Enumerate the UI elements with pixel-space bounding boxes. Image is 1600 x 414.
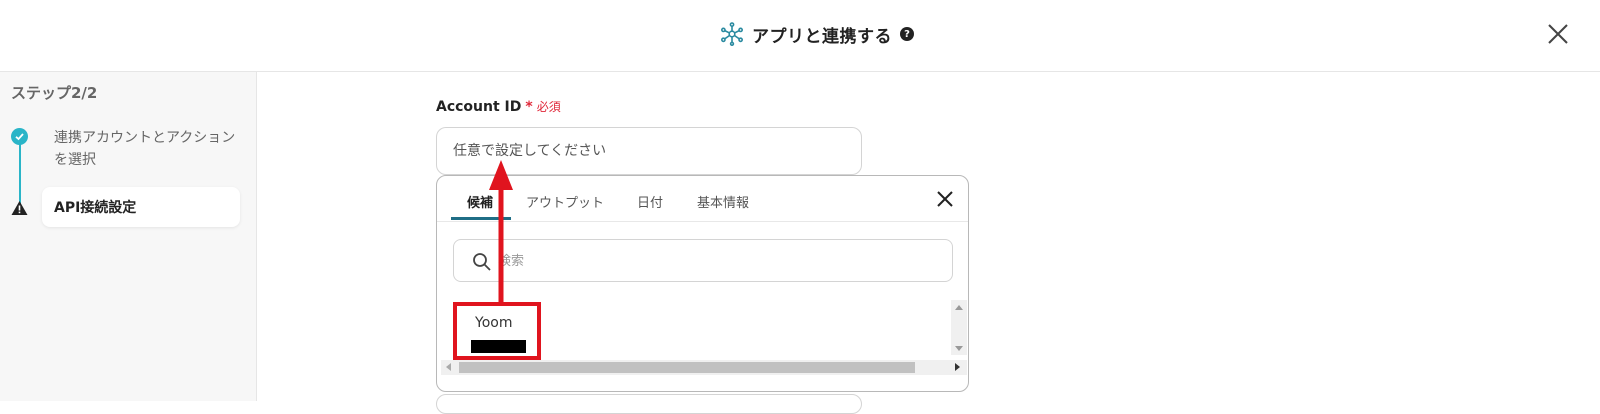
account-id-input[interactable] [436, 127, 862, 175]
search-icon [473, 253, 491, 271]
scroll-left-arrow-icon[interactable] [446, 363, 451, 371]
horizontal-scrollbar[interactable] [441, 360, 967, 375]
close-icon[interactable] [1544, 20, 1572, 48]
scroll-right-arrow-icon[interactable] [955, 363, 960, 371]
step-indicator: ステップ2/2 [11, 84, 98, 102]
list-item[interactable]: Yoom [457, 308, 617, 356]
vertical-scrollbar[interactable] [951, 300, 967, 355]
warning-triangle-icon [11, 201, 28, 215]
redacted-value [471, 340, 526, 353]
modal-title: アプリと連携する [752, 26, 892, 47]
sidebar-item-api-settings[interactable]: API接続設定 [42, 187, 240, 227]
tab-basic-info[interactable]: 基本情報 [697, 192, 749, 211]
required-badge: 必須 [536, 100, 561, 114]
next-input-field[interactable] [436, 394, 862, 414]
account-id-label: Account ID * 必須 [436, 98, 561, 115]
required-asterisk: * [525, 98, 533, 115]
help-icon[interactable]: ? [900, 27, 914, 41]
close-icon[interactable] [935, 189, 955, 209]
picker-tabs: 候補 アウトプット 日付 基本情報 [437, 176, 968, 222]
picker-search [453, 239, 953, 282]
scrollbar-thumb[interactable] [459, 362, 915, 373]
search-input[interactable] [498, 248, 938, 274]
result-name: Yoom [475, 315, 513, 331]
check-circle-icon [11, 128, 28, 145]
tab-candidates[interactable]: 候補 [467, 192, 493, 211]
field-label-text: Account ID [436, 98, 522, 115]
tab-date[interactable]: 日付 [637, 192, 663, 211]
sidebar-item-select-account[interactable]: 連携アカウントとアクションを選択 [54, 127, 244, 171]
scroll-down-arrow-icon[interactable] [955, 346, 963, 351]
sidebar-item-label: API接続設定 [54, 200, 137, 216]
header-title-group: アプリと連携する ? [720, 20, 914, 48]
results-list: Yoom [437, 294, 968, 391]
active-tab-indicator [451, 217, 511, 220]
step-sidebar: ステップ2/2 連携アカウントとアクションを選択 API接続設定 [0, 72, 257, 401]
scroll-up-arrow-icon[interactable] [955, 305, 963, 310]
modal-header: アプリと連携する ? [0, 0, 1600, 72]
value-picker-panel: 候補 アウトプット 日付 基本情報 Yoom [436, 175, 969, 392]
step-connector-line [19, 140, 21, 206]
hub-network-icon [721, 22, 744, 46]
tab-output[interactable]: アウトプット [526, 192, 604, 211]
